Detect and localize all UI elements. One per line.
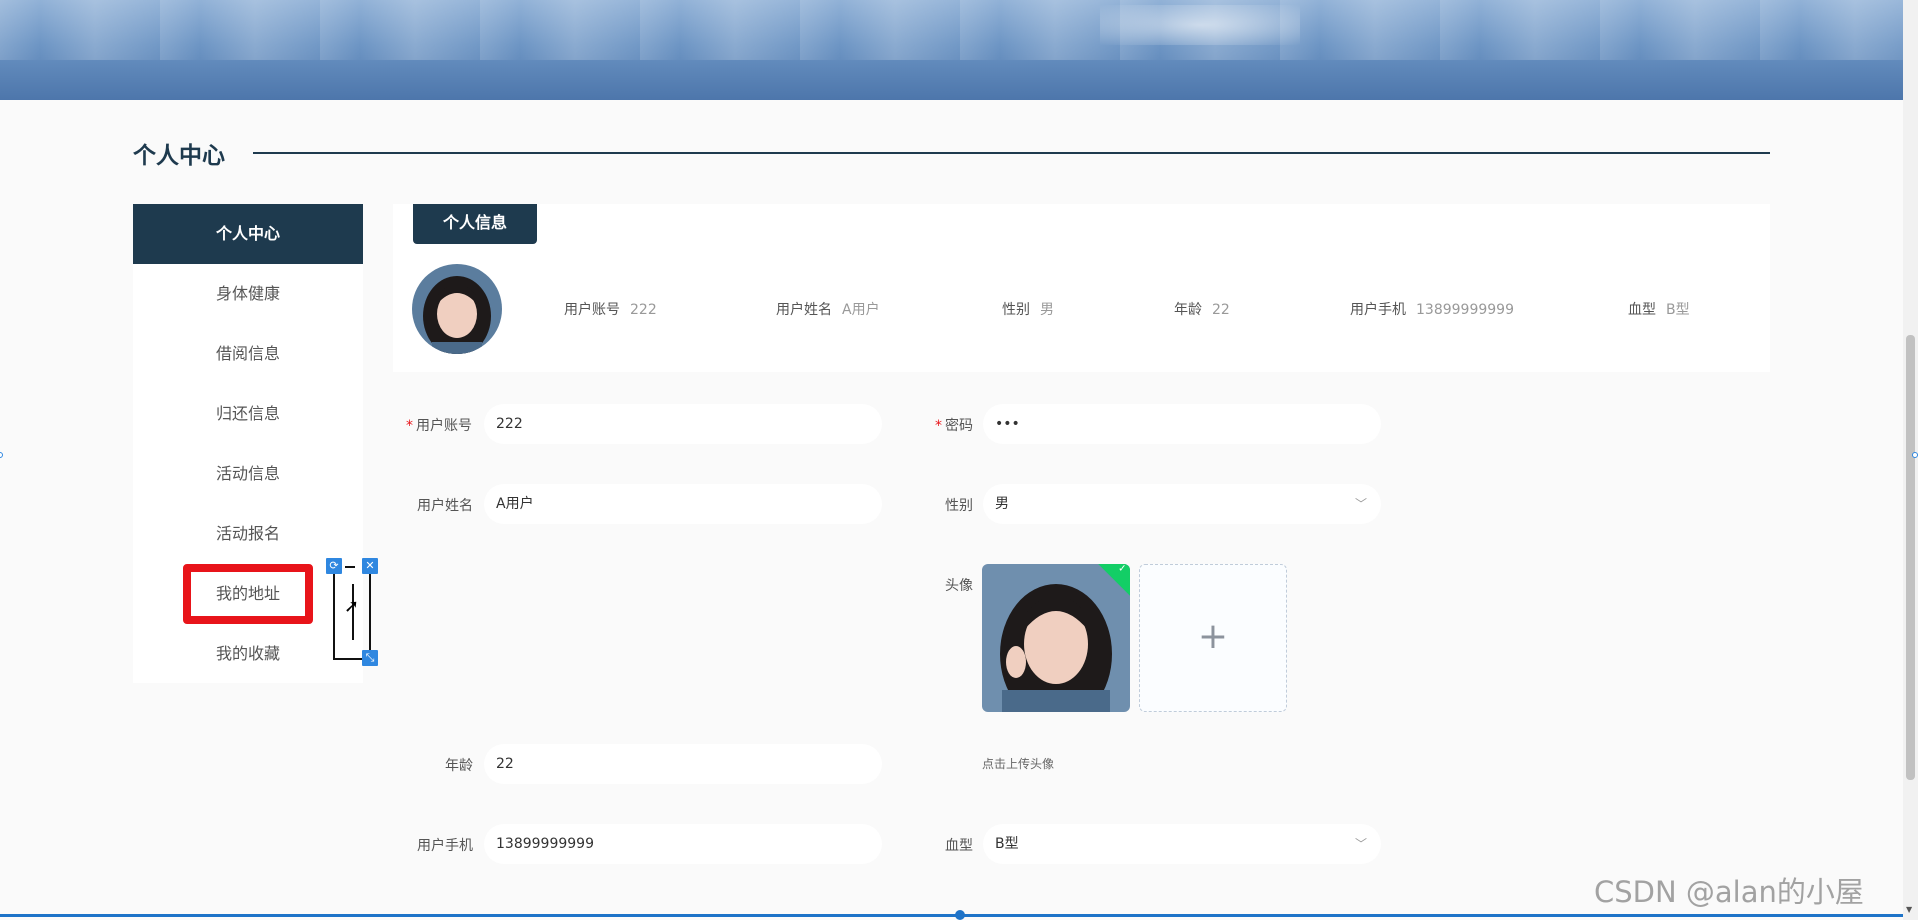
widget-handle-line [345,566,355,568]
rotate-icon[interactable]: ⟳ [326,558,342,574]
page-scrollbar[interactable]: ▼ [1903,0,1918,920]
scrollbar-thumb[interactable] [1906,335,1915,780]
resize-icon[interactable]: ⤡ [362,650,378,666]
plus-icon: + [1197,616,1229,657]
close-icon[interactable]: ✕ [362,558,378,574]
sidebar-item-health[interactable]: 身体健康 [133,264,363,324]
highlight-annotation-box [183,564,313,624]
age-input[interactable]: 22 [484,744,882,784]
phone-label: 用户手机 [417,838,473,854]
personal-info-card: 个人信息 用户账号 222 用户姓名 A用户 性别男 年龄 22 用户手机 138999… [393,204,1770,372]
age-label: 年龄 [445,758,473,774]
widget-frame-bottom [333,658,362,660]
chevron-down-icon: ﹀ [1354,497,1367,511]
gender-label: 性别 [945,498,973,514]
sidebar-item-return[interactable]: 归还信息 [133,384,363,444]
account-input[interactable]: 222 [484,404,882,444]
gender-select[interactable]: 男 ﹀ [983,484,1381,524]
widget-frame-right [369,574,371,650]
bottom-selection-line [0,914,1903,917]
check-icon: ✓ [1118,564,1127,575]
password-label: * 密码 [935,418,973,434]
title-divider [253,152,1770,154]
mouse-cursor-icon: ➚ [344,596,360,617]
right-handle-dot[interactable] [1912,452,1918,458]
info-gender: 性别男 [1002,302,1054,318]
avatar [412,264,502,354]
scroll-down-arrow-icon[interactable]: ▼ [1906,905,1912,914]
bottom-handle-dot[interactable] [955,910,965,920]
chevron-down-icon: ﹀ [1354,837,1367,851]
blood-label: 血型 [945,838,973,854]
info-blood: 血型 B型 [1628,302,1690,318]
widget-frame-left [333,574,335,658]
phone-input[interactable]: 13899999999 [484,824,882,864]
blood-select[interactable]: B型 ﹀ [983,824,1381,864]
tab-personal-info[interactable]: 个人信息 [413,204,537,244]
header-banner [0,0,1903,100]
left-handle-dot[interactable] [0,452,3,458]
watermark: CSDN @alan的小屋 [1594,875,1864,909]
info-phone: 用户手机 13899999999 [1350,302,1514,318]
name-label: 用户姓名 [417,498,473,514]
sidebar-item-signup[interactable]: 活动报名 [133,504,363,564]
info-name: 用户姓名 A用户 [776,302,880,318]
page-title: 个人中心 [133,143,225,169]
sidebar-item-borrow[interactable]: 借阅信息 [133,324,363,384]
account-label: * 用户账号 [406,418,472,434]
info-account: 用户账号 222 [564,302,657,318]
upload-tip: 点击上传头像 [982,757,1055,771]
name-input[interactable]: A用户 [484,484,882,524]
avatar-label: 头像 [945,578,973,594]
info-age: 年龄 22 [1174,302,1230,318]
uploaded-avatar-image[interactable]: ✓ [982,564,1130,712]
sidebar-item-activity[interactable]: 活动信息 [133,444,363,504]
upload-add-button[interactable]: + [1139,564,1287,712]
sidebar-item-personal-center[interactable]: 个人中心 [133,204,363,264]
password-input[interactable]: ••• [983,404,1381,444]
